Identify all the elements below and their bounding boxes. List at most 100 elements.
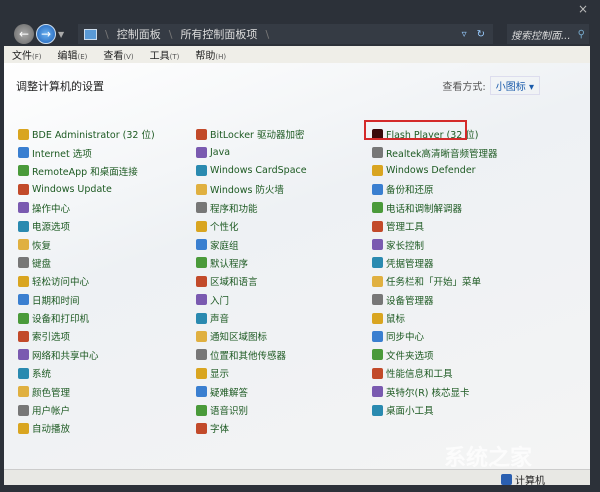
item-icon: [372, 404, 383, 416]
control-panel-item[interactable]: 桌面小工具: [372, 401, 498, 419]
control-panel-item[interactable]: 区域和语言: [196, 272, 307, 290]
item-label: 备份和还原: [386, 185, 434, 197]
item-icon: [372, 220, 383, 232]
control-panel-item[interactable]: 电话和调制解调器: [372, 199, 498, 217]
item-icon: [196, 128, 207, 140]
view-by-dropdown[interactable]: 小图标 ▾: [489, 76, 540, 95]
control-panel-item[interactable]: BDE Administrator (32 位): [18, 125, 155, 143]
control-panel-item[interactable]: 默认程序: [196, 254, 307, 272]
control-panel-item[interactable]: 备份和还原: [372, 180, 498, 198]
control-panel-item[interactable]: 系统: [18, 364, 155, 382]
refresh-icon[interactable]: ↻: [477, 29, 485, 40]
item-icon: [18, 257, 29, 269]
back-button[interactable]: ←: [14, 24, 34, 44]
control-panel-item[interactable]: 键盘: [18, 254, 155, 272]
control-panel-item[interactable]: 轻松访问中心: [18, 272, 155, 290]
item-label: 英特尔(R) 核芯显卡: [386, 387, 470, 399]
item-icon: [196, 147, 207, 159]
control-panel-item[interactable]: 索引选项: [18, 327, 155, 345]
search-input[interactable]: 搜索控制面... ⚲: [507, 24, 589, 44]
control-panel-item[interactable]: 恢复: [18, 235, 155, 253]
control-panel-item[interactable]: 显示: [196, 364, 307, 382]
recent-pages-dropdown[interactable]: ▼: [58, 30, 64, 39]
item-label: BDE Administrator (32 位): [32, 130, 155, 142]
breadcrumb-all-items[interactable]: 所有控制面板项: [180, 26, 257, 42]
item-icon: [196, 294, 207, 306]
control-panel-item[interactable]: 声音: [196, 309, 307, 327]
control-panel-item[interactable]: 自动播放: [18, 419, 155, 437]
item-label: 操作中心: [32, 203, 71, 215]
control-panel-item[interactable]: Windows 防火墙: [196, 180, 307, 198]
menu-file[interactable]: 文件(F): [12, 47, 42, 62]
item-label: 日期和时间: [32, 295, 80, 307]
menu-help[interactable]: 帮助(H): [195, 47, 226, 62]
item-label: 凭据管理器: [386, 258, 434, 270]
control-panel-item[interactable]: 日期和时间: [18, 291, 155, 309]
control-panel-item[interactable]: 设备和打印机: [18, 309, 155, 327]
control-panel-item[interactable]: 疑难解答: [196, 382, 307, 400]
control-panel-item[interactable]: 颜色管理: [18, 382, 155, 400]
control-panel-item[interactable]: 同步中心: [372, 327, 498, 345]
control-panel-item[interactable]: 家长控制: [372, 235, 498, 253]
item-icon: [372, 239, 383, 251]
control-panel-item[interactable]: 凭据管理器: [372, 254, 498, 272]
item-icon: [196, 330, 207, 342]
control-panel-item[interactable]: 家庭组: [196, 235, 307, 253]
item-label: 网络和共享中心: [32, 350, 99, 362]
item-label: 字体: [210, 424, 230, 436]
item-icon: [372, 386, 383, 398]
control-panel-item[interactable]: 通知区域图标: [196, 327, 307, 345]
item-icon: [196, 422, 207, 434]
menu-view[interactable]: 查看(V): [103, 47, 133, 62]
control-panel-item[interactable]: 管理工具: [372, 217, 498, 235]
control-panel-item[interactable]: Realtek高清晰音频管理器: [372, 143, 498, 161]
search-icon[interactable]: ⚲: [578, 29, 585, 40]
item-label: Java: [210, 147, 231, 159]
menu-edit[interactable]: 编辑(E): [58, 47, 88, 62]
control-panel-item[interactable]: RemoteApp 和桌面连接: [18, 162, 155, 180]
control-panel-item[interactable]: 字体: [196, 419, 307, 437]
item-label: 入门: [210, 295, 230, 307]
item-icon: [18, 294, 29, 306]
control-panel-item[interactable]: Windows Defender: [372, 162, 498, 180]
control-panel-item[interactable]: 性能信息和工具: [372, 364, 498, 382]
control-panel-item[interactable]: Internet 选项: [18, 143, 155, 161]
control-panel-item[interactable]: 语音识别: [196, 401, 307, 419]
item-icon: [18, 239, 29, 251]
control-panel-item[interactable]: 用户帐户: [18, 401, 155, 419]
control-panel-item[interactable]: 个性化: [196, 217, 307, 235]
control-panel-item[interactable]: 操作中心: [18, 199, 155, 217]
control-panel-item[interactable]: BitLocker 驱动器加密: [196, 125, 307, 143]
item-label: 家庭组: [210, 240, 239, 252]
item-label: Windows Defender: [386, 165, 476, 177]
forward-button[interactable]: →: [36, 24, 56, 44]
control-panel-item[interactable]: Java: [196, 143, 307, 161]
item-label: 区域和语言: [210, 277, 258, 289]
control-panel-item[interactable]: 任务栏和「开始」菜单: [372, 272, 498, 290]
address-dropdown-icon[interactable]: ▿: [462, 29, 467, 40]
control-panel-item[interactable]: 鼠标: [372, 309, 498, 327]
control-panel-item[interactable]: 文件夹选项: [372, 346, 498, 364]
close-button[interactable]: ×: [578, 2, 588, 16]
control-panel-item[interactable]: 程序和功能: [196, 199, 307, 217]
control-panel-item[interactable]: 设备管理器: [372, 291, 498, 309]
control-panel-item[interactable]: Windows CardSpace: [196, 162, 307, 180]
control-panel-item[interactable]: 电源选项: [18, 217, 155, 235]
item-icon: [196, 257, 207, 269]
breadcrumb-control-panel[interactable]: 控制面板: [117, 26, 161, 42]
item-label: 用户帐户: [32, 406, 71, 418]
breadcrumb-separator: \: [105, 27, 109, 41]
address-bar[interactable]: \ 控制面板 \ 所有控制面板项 \ ▿ ↻: [78, 24, 493, 44]
item-icon: [18, 128, 29, 140]
control-panel-item[interactable]: 网络和共享中心: [18, 346, 155, 364]
control-panel-item[interactable]: 入门: [196, 291, 307, 309]
control-panel-item[interactable]: 英特尔(R) 核芯显卡: [372, 382, 498, 400]
item-label: 位置和其他传感器: [210, 350, 287, 362]
control-panel-item[interactable]: Windows Update: [18, 180, 155, 198]
item-icon: [18, 386, 29, 398]
item-label: 性能信息和工具: [386, 369, 453, 381]
watermark: 系统之家: [444, 446, 533, 471]
menu-tools[interactable]: 工具(T): [150, 47, 180, 62]
control-panel-item[interactable]: 位置和其他传感器: [196, 346, 307, 364]
item-icon: [372, 275, 383, 287]
